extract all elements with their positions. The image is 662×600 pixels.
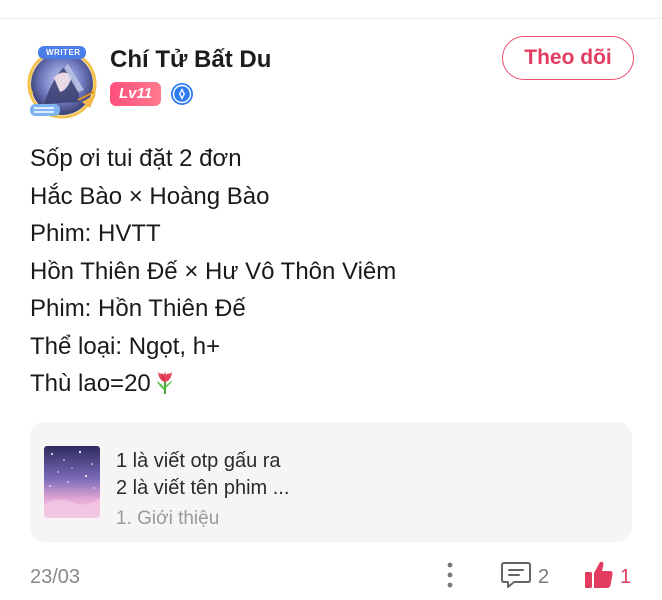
comment-count: 2 xyxy=(538,566,550,588)
post-date: 23/03 xyxy=(30,566,81,588)
avatar-frame-label: WRITER xyxy=(46,48,81,57)
author-name[interactable]: Chí Tử Bất Du xyxy=(110,46,271,74)
post-line: Thù lao=20 xyxy=(30,370,151,397)
post-line: Hồn Thiên Đế × Hư Vô Thôn Viêm xyxy=(30,257,397,285)
tulip-emoji-icon xyxy=(153,369,177,407)
avatar[interactable]: WRITER xyxy=(24,44,100,120)
post-header: WRITER Chí Tử Bất Du Lv11 Theo dõi xyxy=(24,36,638,124)
post-line: Phim: Hồn Thiên Đế xyxy=(30,295,246,322)
post-line: Sốp ơi tui đặt 2 đơn xyxy=(30,145,242,172)
like-count: 1 xyxy=(620,566,632,588)
book-cover-thumbnail xyxy=(44,446,100,518)
verified-writer-icon xyxy=(170,82,194,106)
quoted-chapter-label: 1. Giới thiệu xyxy=(116,508,220,529)
quoted-text-line: 2 là viết tên phim ... xyxy=(116,477,290,499)
level-badge: Lv11 xyxy=(110,82,162,106)
more-options-icon[interactable] xyxy=(440,558,460,592)
thumbs-up-icon[interactable] xyxy=(582,558,616,592)
top-divider xyxy=(0,18,662,19)
post-line: Thể loại: Ngọt, h+ xyxy=(30,332,221,360)
post-footer: 23/03 2 1 xyxy=(0,548,662,600)
post-line-last: Thù lao=20 xyxy=(30,365,630,407)
post-line: Phim: HVTT xyxy=(30,220,161,247)
post-content: Sốp ơi tui đặt 2 đơn Hắc Bào × Hoàng Bào… xyxy=(30,140,630,407)
quoted-text-line: 1 là viết otp gấu ra xyxy=(116,450,281,472)
comment-icon[interactable] xyxy=(500,560,532,590)
post-line: Hắc Bào × Hoàng Bào xyxy=(30,182,270,210)
quoted-reply-card[interactable]: 1 là viết otp gấu ra 2 là viết tên phim … xyxy=(30,422,632,542)
follow-button[interactable]: Theo dõi xyxy=(502,36,634,80)
